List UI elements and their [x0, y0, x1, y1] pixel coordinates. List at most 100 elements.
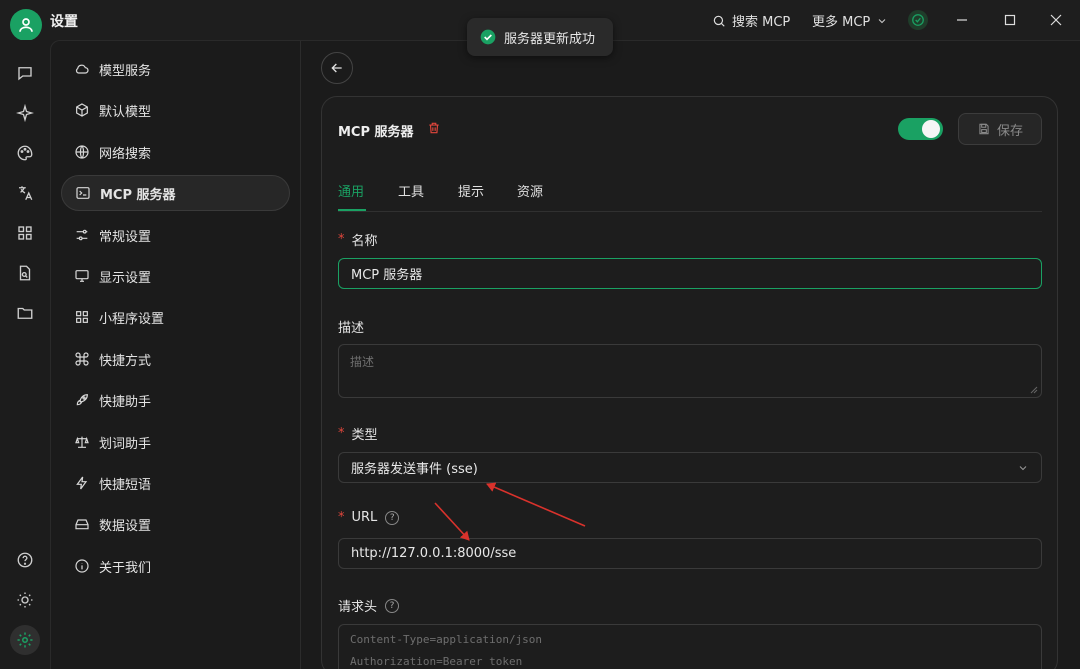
- sliders-icon: [76, 229, 88, 241]
- help-icon[interactable]: [13, 548, 37, 572]
- chat-icon[interactable]: [13, 61, 37, 85]
- globe-icon: [75, 145, 89, 159]
- success-icon: [480, 29, 496, 45]
- nav-item-display-settings[interactable]: 显示设置: [61, 258, 290, 294]
- headers-label: 请求头 ?: [338, 596, 400, 615]
- more-mcp-label: 更多 MCP: [812, 15, 871, 30]
- nav-item-general-settings[interactable]: 常规设置: [61, 217, 290, 253]
- tab-prompts[interactable]: 提示: [458, 181, 484, 200]
- nav-item-label: 快捷方式: [99, 353, 152, 369]
- nav-item-selection-assistant[interactable]: 划词助手: [61, 424, 290, 460]
- headers-placeholder-line-2: Authorization=Bearer token: [350, 655, 523, 668]
- tab-general[interactable]: 通用: [338, 181, 364, 200]
- maximize-button[interactable]: [998, 8, 1022, 32]
- headers-help-icon[interactable]: ?: [385, 598, 400, 613]
- type-select[interactable]: 服务器发送事件 (sse): [338, 452, 1042, 483]
- url-label: * URL ?: [338, 510, 400, 525]
- toggle-knob: [922, 120, 940, 138]
- server-tabs: 通用 工具 提示 资源: [338, 172, 1042, 212]
- type-label: * 类型: [338, 424, 378, 443]
- nav-item-label: 小程序设置: [99, 311, 165, 327]
- server-title: MCP 服务器: [338, 125, 414, 140]
- nav-item-model-service[interactable]: 模型服务: [61, 51, 290, 87]
- folder-icon[interactable]: [13, 301, 37, 325]
- nav-item-quick-phrases[interactable]: 快捷短语: [61, 465, 290, 501]
- rocket-icon: [76, 394, 88, 406]
- resize-handle-icon: [1030, 386, 1038, 394]
- arrow-left-icon: [331, 63, 342, 73]
- chevron-down-icon: [1019, 465, 1027, 470]
- hard-drive-icon: [75, 519, 89, 530]
- zap-icon: [76, 476, 88, 490]
- more-mcp-dropdown[interactable]: 更多 MCP: [812, 11, 888, 30]
- nav-item-data-settings[interactable]: 数据设置: [61, 506, 290, 542]
- save-label: 保存: [996, 123, 1023, 139]
- nav-item-label: 网络搜索: [99, 146, 152, 162]
- cloud-icon: [75, 64, 89, 74]
- settings-nav: 模型服务 默认模型 网络搜索 MCP 服务器 常规设置 显示设置 小程序设置 快…: [51, 41, 301, 669]
- name-value: MCP 服务器: [351, 268, 423, 283]
- tab-tools[interactable]: 工具: [398, 181, 424, 200]
- close-button[interactable]: [1044, 8, 1068, 32]
- avatar[interactable]: [10, 9, 42, 41]
- description-label: 描述: [338, 317, 364, 336]
- tab-resources[interactable]: 资源: [517, 181, 543, 200]
- name-label-text: 名称: [351, 234, 378, 249]
- name-label: * 名称: [338, 230, 378, 249]
- icon-rail: [0, 40, 50, 669]
- nav-item-shortcuts[interactable]: 快捷方式: [61, 341, 290, 377]
- nav-item-label: 快捷短语: [99, 477, 152, 493]
- nav-item-quick-assistant[interactable]: 快捷助手: [61, 382, 290, 418]
- terminal-icon: [76, 187, 90, 199]
- nav-item-mcp-server[interactable]: MCP 服务器: [61, 175, 290, 211]
- delete-button[interactable]: [427, 121, 441, 139]
- save-icon: [979, 123, 989, 135]
- minimize-button[interactable]: [950, 8, 974, 32]
- file-search-icon[interactable]: [13, 261, 37, 285]
- toast-message: 服务器更新成功: [504, 31, 596, 47]
- translate-icon[interactable]: [13, 181, 37, 205]
- settings-icon[interactable]: [10, 625, 40, 655]
- apps-icon[interactable]: [13, 221, 37, 245]
- search-mcp-button[interactable]: 搜索 MCP: [712, 11, 790, 30]
- nav-item-label: 数据设置: [99, 518, 152, 534]
- scale-icon: [75, 436, 89, 448]
- grid-icon: [76, 311, 88, 323]
- nav-item-label: MCP 服务器: [100, 187, 176, 203]
- type-value: 服务器发送事件 (sse): [351, 462, 478, 477]
- nav-item-web-search[interactable]: 网络搜索: [61, 134, 290, 170]
- status-check-icon[interactable]: [908, 10, 928, 30]
- nav-item-miniapp-settings[interactable]: 小程序设置: [61, 299, 290, 335]
- nav-item-label: 模型服务: [99, 63, 152, 79]
- url-value: http://127.0.0.1:8000/sse: [351, 546, 517, 561]
- description-placeholder: 描述: [350, 355, 375, 369]
- nav-item-about[interactable]: 关于我们: [61, 548, 290, 584]
- url-input[interactable]: http://127.0.0.1:8000/sse: [338, 538, 1042, 569]
- name-input[interactable]: MCP 服务器: [338, 258, 1042, 289]
- command-icon: [75, 352, 89, 366]
- nav-item-default-model[interactable]: 默认模型: [61, 92, 290, 128]
- success-toast: 服务器更新成功: [467, 18, 613, 56]
- sparkle-icon[interactable]: [13, 101, 37, 125]
- app-title: 设置: [50, 14, 78, 30]
- trash-icon: [429, 122, 439, 134]
- info-icon: [75, 559, 89, 573]
- palette-icon[interactable]: [13, 141, 37, 165]
- description-input[interactable]: 描述: [338, 344, 1042, 398]
- url-help-icon[interactable]: ?: [385, 510, 400, 525]
- description-label-text: 描述: [338, 321, 365, 336]
- nav-item-label: 显示设置: [99, 270, 152, 286]
- tab-active-indicator: [338, 209, 366, 211]
- theme-toggle-icon[interactable]: [13, 588, 37, 612]
- search-mcp-label: 搜索 MCP: [732, 15, 791, 30]
- headers-input[interactable]: Content-Type=application/json Authorizat…: [338, 624, 1042, 669]
- required-mark: *: [338, 510, 345, 525]
- required-mark: *: [338, 426, 345, 441]
- headers-placeholder-line-1: Content-Type=application/json: [350, 633, 543, 646]
- nav-item-label: 划词助手: [99, 436, 152, 452]
- back-button[interactable]: [321, 52, 353, 84]
- server-enable-toggle[interactable]: [898, 118, 943, 140]
- nav-item-label: 关于我们: [99, 560, 152, 576]
- nav-item-label: 常规设置: [99, 229, 152, 245]
- save-button[interactable]: 保存: [958, 113, 1042, 145]
